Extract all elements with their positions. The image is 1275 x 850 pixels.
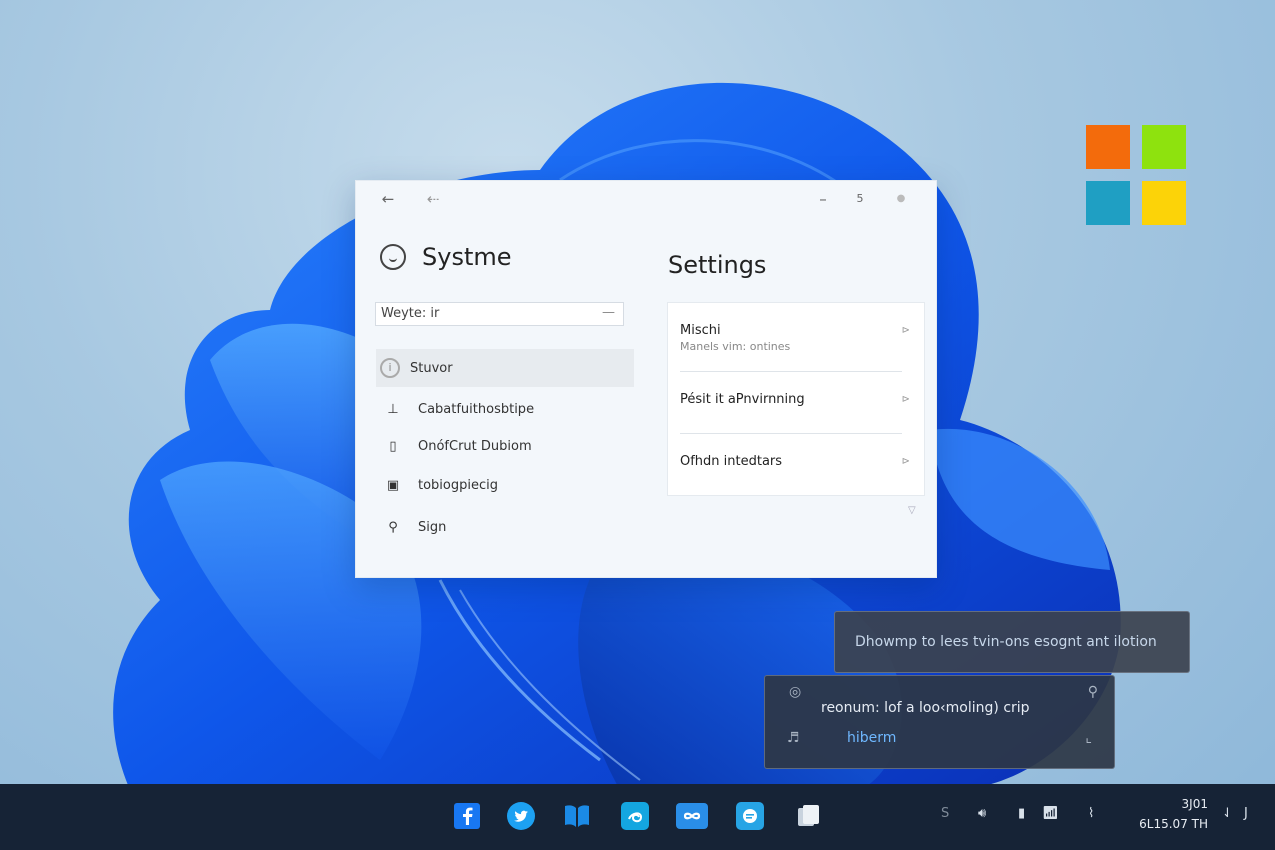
settings-row-subtitle: Manels vim: ontines	[680, 340, 791, 353]
divider	[680, 433, 902, 434]
notification-toast[interactable]: ◎ ⚲ reonum: lof a loo‹moling) cri​p ♬ hi…	[764, 675, 1115, 769]
notification-icon[interactable]: ⇃	[1222, 806, 1233, 821]
logo-tile-blue	[1086, 181, 1130, 225]
chevron-right-icon: ⊳	[901, 456, 910, 467]
settings-row-2[interactable]: Ofhdn intedtars ⊳	[680, 454, 910, 469]
system-smiley-icon	[380, 244, 406, 270]
scroll-down-icon[interactable]: ▽	[908, 505, 916, 516]
document-icon: ▯	[389, 438, 397, 454]
settings-window: ← ⇠ – 5 ● Systme Weyte: ir — i Stuvor ⊥ …	[355, 180, 937, 578]
key-icon: ⚲	[388, 519, 398, 535]
twitter-icon[interactable]	[507, 802, 535, 830]
notification-toast[interactable]: Dhowmp to lees tvin-ons esognt ant iloti…	[834, 611, 1190, 673]
clock-time: 3J01	[1181, 797, 1208, 811]
minimize-button[interactable]: –	[811, 189, 835, 209]
chevron-right-icon: ⊳	[901, 394, 910, 405]
nav-label: Stuvor	[410, 360, 453, 376]
back-arrow-icon[interactable]: ←	[376, 189, 400, 209]
back-arrow-secondary-icon[interactable]: ⇠	[421, 189, 445, 209]
dismiss-icon[interactable]: ⌞	[1085, 730, 1092, 746]
close-button[interactable]: ●	[889, 189, 913, 209]
app-title: Systme	[422, 243, 512, 271]
nav-label: tobiogpiecig	[418, 477, 498, 493]
divider	[680, 371, 902, 372]
chevron-up-icon[interactable]: S	[941, 806, 949, 821]
nav-label: OnófCrut Dubiom	[418, 438, 532, 454]
wifi-icon[interactable]: 📶︎	[1042, 806, 1059, 821]
speaker-icon[interactable]: 🔊︎	[978, 806, 986, 821]
notification-message: reonum: lof a loo‹moling) cri​p	[821, 700, 1030, 716]
settings-row-title: Mischi	[680, 323, 721, 338]
settings-card: Mischi Manels vim: ontines ⊳ Pésit it aP…	[667, 302, 925, 496]
logo-tile-red	[1086, 125, 1130, 169]
nav-item-1[interactable]: ⊥ Cabatfuithosbtipe	[376, 390, 634, 428]
bag-icon: ▣	[386, 477, 400, 493]
app-header: Systme	[380, 241, 512, 273]
nav-item-0[interactable]: i Stuvor	[376, 349, 634, 387]
battery-icon[interactable]: ▮	[1018, 806, 1025, 821]
chat-app-icon[interactable]	[736, 802, 764, 830]
notification-app-icon: ◎	[789, 684, 802, 700]
spiral-app-icon[interactable]	[621, 802, 649, 830]
clock-date: 6L15.07 TH	[1139, 817, 1208, 831]
settings-row-1[interactable]: Pésit it aPnvirnning ⊳	[680, 392, 910, 407]
book-icon[interactable]	[563, 802, 591, 830]
info-circle-icon: i	[380, 358, 400, 378]
infinity-app-icon[interactable]	[676, 802, 708, 830]
logo-tile-green	[1142, 125, 1186, 169]
notification-message: Dhowmp to lees tvin-ons esognt ant iloti…	[855, 634, 1157, 650]
settings-row-title: Pésit it aPnvirnning	[680, 392, 805, 407]
page-title: Settings	[668, 251, 767, 279]
windows-logo	[1086, 125, 1186, 225]
title-bar: ← ⇠ – 5 ●	[356, 181, 936, 217]
nav-label: Sign	[418, 519, 447, 535]
nav-item-2[interactable]: ▯ OnófCrut Dubiom	[376, 427, 634, 465]
settings-row-0[interactable]: Mischi Manels vim: ontines ⊳	[680, 323, 910, 353]
tray-end-label: J	[1244, 806, 1248, 821]
notification-action-link[interactable]: hiberm	[847, 730, 896, 746]
taskbar: S 🔊︎ ▮ 📶︎ ⌇ 3J01 6L15.07 TH ⇃ J	[0, 784, 1275, 850]
pin-icon[interactable]: ⚲	[1088, 684, 1098, 700]
nav-label: Cabatfuithosbtipe	[418, 401, 535, 417]
network-icon[interactable]: ⌇	[1088, 806, 1094, 821]
settings-row-title: Ofhdn intedtars	[680, 454, 783, 469]
facebook-icon[interactable]	[453, 802, 481, 830]
search-input[interactable]: Weyte: ir —	[375, 302, 624, 326]
files-app-icon[interactable]	[795, 802, 823, 830]
system-clock[interactable]: 3J01 6L15.07 TH	[1128, 794, 1208, 834]
sound-icon: ♬	[787, 730, 800, 746]
logo-tile-yellow	[1142, 181, 1186, 225]
search-value: Weyte: ir	[381, 306, 440, 321]
search-clear-icon[interactable]: —	[602, 305, 615, 320]
maximize-button[interactable]: 5	[848, 189, 872, 209]
chevron-right-icon: ⊳	[901, 325, 910, 336]
nav-item-4[interactable]: ⚲ Sign	[376, 508, 634, 546]
pin-icon: ⊥	[387, 401, 399, 417]
nav-item-3[interactable]: ▣ tobiogpiecig	[376, 466, 634, 504]
